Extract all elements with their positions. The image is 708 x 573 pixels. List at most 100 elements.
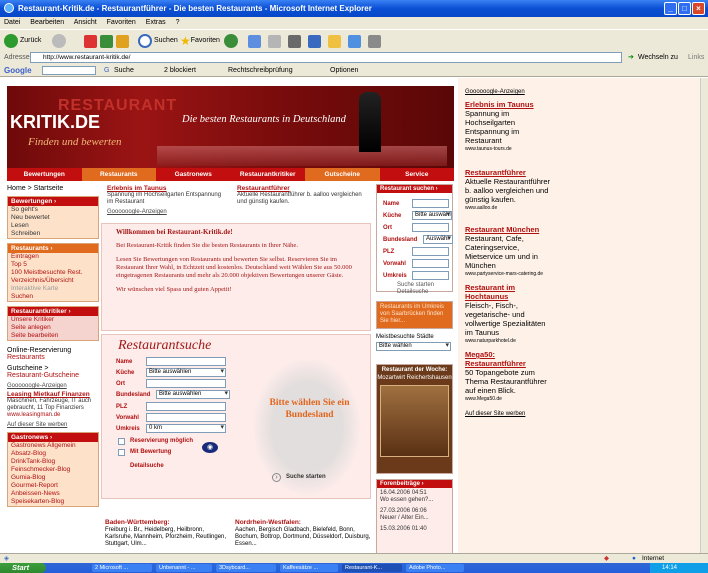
- taskbar-item[interactable]: Kaffeesätze ...: [280, 564, 338, 572]
- sidebar-item[interactable]: Feinschmecker-Blog: [8, 466, 98, 474]
- ad-title[interactable]: Restaurantführer: [465, 168, 526, 177]
- sidebar-item[interactable]: Eintragen: [8, 253, 98, 261]
- forum-post[interactable]: Neuer / Alter Ein...: [377, 515, 452, 522]
- sidebar-item[interactable]: Seite bearbeiten: [8, 332, 98, 340]
- page-scrollbar[interactable]: [700, 78, 708, 555]
- quick-detailsuche[interactable]: Detailsuche: [397, 289, 428, 295]
- start-button[interactable]: Start: [0, 563, 46, 573]
- sidebar-item[interactable]: Suchen: [8, 293, 98, 301]
- minimize-button[interactable]: _: [664, 2, 677, 15]
- umkreis-select[interactable]: 0 km: [146, 424, 226, 433]
- maximize-button[interactable]: □: [678, 2, 691, 15]
- breadcrumb[interactable]: Home > Startseite: [7, 185, 99, 192]
- plz-input[interactable]: [146, 402, 226, 411]
- edit-button[interactable]: [308, 33, 321, 49]
- sidebar-item[interactable]: DrinkTank-Blog: [8, 458, 98, 466]
- forum-title[interactable]: Forenbeiträge ›: [377, 480, 452, 488]
- menu-extras[interactable]: Extras: [146, 19, 166, 26]
- nav-gutscheine[interactable]: Gutscheine: [305, 168, 380, 181]
- mail-button[interactable]: [268, 33, 281, 49]
- quick-vorwahl-input[interactable]: [412, 259, 449, 268]
- ad-title[interactable]: Mega50: Restaurantführer: [465, 350, 526, 368]
- nav-restaurants[interactable]: Restaurants: [81, 168, 156, 181]
- refresh-button[interactable]: [100, 33, 113, 49]
- sidebar-item[interactable]: 100 Meistbesuchte Rest.: [8, 269, 98, 277]
- google-ads-label[interactable]: Goooooogle-Anzeigen: [7, 383, 99, 389]
- go-button[interactable]: Wechseln zu: [638, 51, 678, 64]
- ad-title[interactable]: Restaurant München: [465, 225, 539, 234]
- bundesland-select[interactable]: Bitte auswählen: [156, 390, 230, 399]
- region-cities[interactable]: Aachen, Bergisch Gladbach, Bielefeld, Bo…: [235, 527, 371, 548]
- sidebar-item[interactable]: Interaktive Karte: [8, 285, 98, 293]
- menu-help[interactable]: ?: [176, 19, 180, 26]
- media-button[interactable]: [224, 33, 240, 49]
- popup-blocked-button[interactable]: 2 blockiert: [164, 64, 196, 77]
- options-button[interactable]: Optionen: [330, 64, 358, 77]
- online-reservierung-link[interactable]: Online-Reservierung Restaurants: [7, 347, 99, 361]
- region-title[interactable]: Nordrhein-Westfalen:: [235, 519, 301, 526]
- ad-url[interactable]: www.taunus-tours.de: [465, 145, 551, 154]
- menu-bearbeiten[interactable]: Bearbeiten: [30, 19, 64, 26]
- ad-title[interactable]: Restaurantführer: [237, 185, 369, 192]
- quick-plz-input[interactable]: [412, 247, 449, 256]
- sidebar-item[interactable]: Absatz-Blog: [8, 450, 98, 458]
- ad-title[interactable]: Erlebnis im Taunus: [107, 185, 227, 192]
- print-button[interactable]: [288, 33, 301, 49]
- ad-url[interactable]: www.aalloo.de: [465, 204, 551, 213]
- reservierung-checkbox[interactable]: [118, 438, 125, 445]
- umkreis-promo[interactable]: Restaurants im Umkreis von Saarbrücken f…: [376, 301, 453, 329]
- taskbar-item[interactable]: 3Dsybcard...: [216, 564, 276, 572]
- sidebar-item[interactable]: Verzeichnis/Übersicht: [8, 277, 98, 285]
- taskbar-item[interactable]: Unbenannt - ...: [156, 564, 212, 572]
- name-input[interactable]: [146, 357, 226, 366]
- sidebar-item[interactable]: Seite anlegen: [8, 324, 98, 332]
- taskbar-item[interactable]: Adobe Photo...: [406, 564, 464, 572]
- messenger-button[interactable]: [348, 33, 361, 49]
- back-button[interactable]: Zurück: [4, 33, 41, 49]
- go-arrow-icon[interactable]: ➔: [628, 51, 634, 64]
- google-search-button[interactable]: Suche: [114, 64, 134, 77]
- address-input[interactable]: http://www.restaurant-kritik.de/: [30, 52, 622, 63]
- research-button[interactable]: [368, 33, 381, 49]
- google-search-input[interactable]: [42, 66, 96, 75]
- nav-box-title[interactable]: Restaurantkritiker ›: [8, 307, 98, 316]
- site-logo[interactable]: RESTAURANT KRITIK.DE Finden und bewerten: [10, 98, 176, 150]
- nav-box-title[interactable]: Restaurants ›: [8, 244, 98, 253]
- sidebar-item[interactable]: So geht's: [8, 206, 98, 214]
- home-button[interactable]: [116, 33, 129, 49]
- kueche-select[interactable]: Bitte auswählen: [146, 368, 226, 377]
- links-button[interactable]: Links: [688, 51, 704, 64]
- window-titlebar[interactable]: Restaurant-Kritik.de - Restaurantführer …: [0, 0, 708, 17]
- vorwahl-input[interactable]: [146, 413, 226, 422]
- ad-title[interactable]: Erlebnis im Taunus: [465, 100, 534, 109]
- ad-url[interactable]: www.naturparkhotel.de: [465, 337, 551, 346]
- region-title[interactable]: Baden-Württemberg:: [105, 519, 170, 526]
- favorites-button[interactable]: ★ Favoriten: [180, 33, 220, 49]
- close-button[interactable]: ×: [692, 2, 705, 15]
- sidebar-item[interactable]: Schreiben: [8, 230, 98, 238]
- restaurant-of-week[interactable]: Restaurant der Woche: Mozartwirt Reicher…: [376, 364, 453, 474]
- google-logo[interactable]: Google: [4, 64, 32, 77]
- taskbar-item[interactable]: Restaurant-K...: [342, 564, 402, 572]
- ad-url[interactable]: www.leasingman.de: [7, 412, 99, 419]
- bewertung-checkbox[interactable]: [118, 449, 125, 456]
- gutscheine-link[interactable]: Gutscheine > Restaurant-Gutscheine: [7, 365, 99, 379]
- sidebar-item[interactable]: Top 5: [8, 261, 98, 269]
- ad-url[interactable]: www.Mega50.de: [465, 395, 551, 404]
- nav-restaurantkritiker[interactable]: Restaurantkritiker: [231, 168, 306, 181]
- advertise-link[interactable]: Auf dieser Site werben: [7, 422, 99, 428]
- quick-umkreis-input[interactable]: [412, 271, 449, 280]
- nav-service[interactable]: Service: [380, 168, 455, 181]
- google-ads-label[interactable]: Goooooogle-Anzeigen: [107, 209, 167, 215]
- quick-ort-input[interactable]: [412, 223, 449, 232]
- stop-button[interactable]: [84, 33, 97, 49]
- quick-name-input[interactable]: [412, 199, 449, 208]
- sidebar-item[interactable]: Neu bewertet: [8, 214, 98, 222]
- ad-url[interactable]: www.partyservice-mars-catering.de: [465, 270, 551, 279]
- nav-bewertungen[interactable]: Bewertungen: [7, 168, 82, 181]
- search-button[interactable]: Suchen: [138, 33, 178, 49]
- ad-title[interactable]: Leasing Mietkauf Finanzen: [7, 391, 99, 398]
- forward-button[interactable]: [52, 33, 68, 49]
- spellcheck-button[interactable]: Rechtschreibprüfung: [228, 64, 293, 77]
- ort-input[interactable]: [146, 379, 226, 388]
